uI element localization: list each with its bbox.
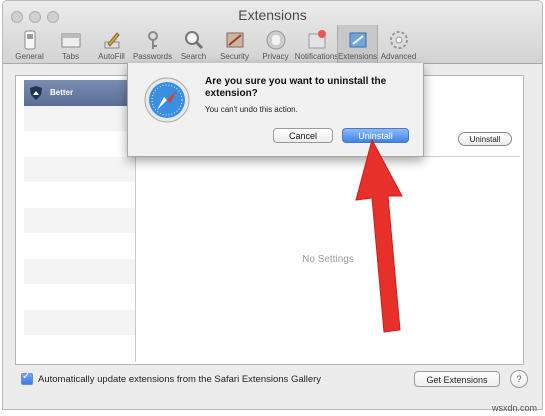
tab-label: Extensions — [337, 52, 378, 61]
dialog-message: You can't undo this action. — [205, 105, 298, 114]
list-item — [24, 335, 135, 361]
help-button[interactable]: ? — [510, 370, 528, 388]
tab-advanced[interactable]: Advanced — [378, 25, 419, 63]
list-item — [24, 156, 135, 182]
confirm-uninstall-button[interactable]: Uninstall — [342, 128, 409, 143]
lock-icon — [226, 32, 243, 48]
preferences-toolbar: General Tabs AutoFill Passwords Search S… — [9, 25, 419, 63]
bell-icon — [308, 30, 326, 49]
tab-extensions[interactable]: Extensions — [337, 25, 378, 63]
uninstall-confirm-dialog: Are you sure you want to uninstall the e… — [127, 63, 424, 157]
tab-search[interactable]: Search — [173, 25, 214, 63]
tab-label: Advanced — [380, 52, 417, 61]
window-title: Extensions — [238, 7, 307, 23]
pencil-icon — [104, 32, 120, 49]
detail-uninstall-button[interactable]: Uninstall — [458, 132, 512, 146]
dialog-title: Are you sure you want to uninstall the e… — [205, 76, 387, 99]
tab-general[interactable]: General — [9, 25, 50, 63]
tab-label: Security — [220, 52, 249, 61]
list-item — [24, 309, 135, 335]
list-item — [24, 131, 135, 157]
tab-label: Passwords — [132, 52, 173, 61]
title-bar: Extensions General Tabs AutoFill Passwor… — [3, 1, 542, 64]
watermark-text: wsxdn.com — [492, 403, 538, 413]
list-item — [24, 182, 135, 208]
auto-update-checkbox[interactable] — [21, 371, 33, 385]
extension-name: Better — [50, 88, 74, 98]
safari-compass-icon — [144, 77, 190, 123]
list-item — [24, 207, 135, 233]
tab-label: AutoFill — [98, 52, 125, 61]
key-icon — [147, 31, 158, 49]
list-item — [24, 258, 135, 284]
tab-autofill[interactable]: AutoFill — [91, 25, 132, 63]
tabs-icon — [61, 33, 80, 48]
preferences-window: Extensions General Tabs AutoFill Passwor… — [2, 0, 543, 410]
hand-icon — [266, 30, 285, 50]
no-settings-text: No Settings — [302, 254, 354, 265]
list-item — [24, 284, 135, 310]
list-item[interactable]: Better — [24, 80, 135, 106]
gear-icon — [389, 31, 408, 49]
auto-update-row: Automatically update extensions from the… — [21, 371, 321, 387]
tab-label: Search — [180, 52, 207, 61]
tab-tabs[interactable]: Tabs — [50, 25, 91, 63]
tab-label: Notifications — [294, 52, 339, 61]
switch-icon — [24, 30, 35, 50]
tab-privacy[interactable]: Privacy — [255, 25, 296, 63]
tab-security[interactable]: Security — [214, 25, 255, 63]
tab-label: General — [15, 52, 44, 61]
magnifier-icon — [184, 31, 203, 50]
list-item — [24, 105, 135, 131]
tab-notifications[interactable]: Notifications — [294, 25, 339, 63]
auto-update-label[interactable]: Automatically update extensions from the… — [38, 374, 321, 385]
puzzle-icon — [349, 32, 366, 48]
cancel-button[interactable]: Cancel — [273, 128, 333, 143]
list-item — [24, 233, 135, 259]
tab-label: Tabs — [62, 52, 79, 61]
tab-passwords[interactable]: Passwords — [132, 25, 173, 63]
tab-label: Privacy — [262, 52, 289, 61]
shield-icon — [30, 85, 42, 100]
extensions-list[interactable]: Better — [24, 80, 136, 362]
get-extensions-button[interactable]: Get Extensions — [414, 371, 500, 387]
